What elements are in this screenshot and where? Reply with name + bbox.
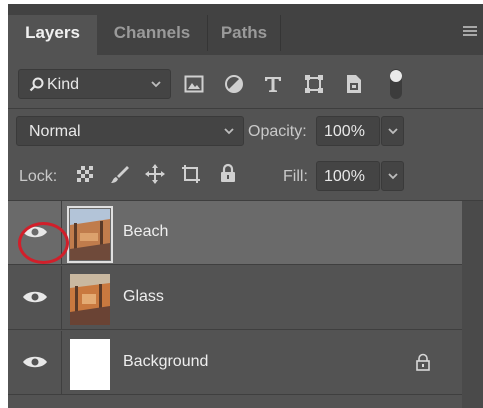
type-filter-icon[interactable] bbox=[263, 74, 283, 94]
chevron-down-icon bbox=[388, 173, 398, 180]
opacity-input[interactable]: 100% bbox=[316, 116, 380, 146]
layer-thumbnail bbox=[70, 274, 110, 325]
image-filter-icon[interactable] bbox=[184, 75, 204, 93]
adjustment-filter-icon[interactable] bbox=[224, 74, 244, 94]
layer-lock-icon bbox=[416, 353, 430, 371]
layer-row-background[interactable]: Background bbox=[8, 331, 462, 395]
layer-thumbnail bbox=[67, 206, 113, 263]
visibility-column bbox=[8, 266, 62, 330]
blend-mode-dropdown[interactable]: Normal bbox=[16, 116, 244, 146]
opacity-dropdown-button[interactable] bbox=[381, 116, 404, 146]
tab-paths[interactable]: Paths bbox=[208, 15, 280, 55]
eye-icon[interactable] bbox=[22, 289, 48, 305]
layers-scrollbar[interactable] bbox=[462, 201, 483, 408]
layers-panel: Layers Channels Paths Kind Normal Opacit… bbox=[8, 4, 483, 408]
shape-filter-icon[interactable] bbox=[304, 74, 324, 94]
filter-kind-dropdown[interactable]: Kind bbox=[18, 69, 171, 99]
blend-mode-value: Normal bbox=[29, 123, 81, 140]
panel-menu-icon[interactable] bbox=[463, 26, 477, 37]
eye-icon[interactable] bbox=[22, 354, 48, 370]
opacity-label: Opacity: bbox=[248, 123, 307, 140]
fill-dropdown-button[interactable] bbox=[381, 161, 404, 191]
layer-row-beach[interactable]: Beach bbox=[8, 201, 462, 265]
separator bbox=[8, 108, 483, 109]
smart-object-filter-icon[interactable] bbox=[345, 74, 363, 94]
lock-transparent-pixels-icon[interactable] bbox=[76, 165, 94, 183]
layer-name: Background bbox=[123, 353, 209, 370]
layer-name: Glass bbox=[123, 288, 164, 305]
lock-image-pixels-icon[interactable] bbox=[110, 164, 130, 184]
layer-name: Beach bbox=[123, 223, 169, 240]
visibility-column bbox=[8, 331, 62, 395]
tab-channels[interactable]: Channels bbox=[97, 15, 207, 55]
chevron-down-icon bbox=[224, 128, 234, 135]
filter-kind-label: Kind bbox=[47, 76, 80, 93]
fill-input[interactable]: 100% bbox=[316, 161, 380, 191]
search-icon bbox=[29, 77, 44, 92]
chevron-down-icon bbox=[151, 81, 161, 88]
fill-label: Fill: bbox=[283, 168, 308, 185]
layer-thumbnail bbox=[70, 339, 110, 390]
highlight-ring-annotation bbox=[18, 222, 69, 264]
panel-tab-bar: Layers Channels Paths bbox=[8, 4, 483, 55]
fill-value: 100% bbox=[324, 168, 365, 185]
filter-toggle-icon[interactable] bbox=[389, 68, 403, 100]
opacity-value: 100% bbox=[324, 123, 365, 140]
prevent-auto-nesting-icon[interactable] bbox=[181, 164, 201, 184]
lock-all-icon[interactable] bbox=[220, 163, 236, 183]
layer-row-partial bbox=[8, 396, 462, 408]
tab-layers[interactable]: Layers bbox=[8, 15, 97, 55]
chevron-down-icon bbox=[388, 128, 398, 135]
layer-row-glass[interactable]: Glass bbox=[8, 266, 462, 330]
lock-label: Lock: bbox=[19, 168, 58, 185]
tab-divider bbox=[280, 15, 281, 51]
lock-position-icon[interactable] bbox=[145, 164, 165, 184]
